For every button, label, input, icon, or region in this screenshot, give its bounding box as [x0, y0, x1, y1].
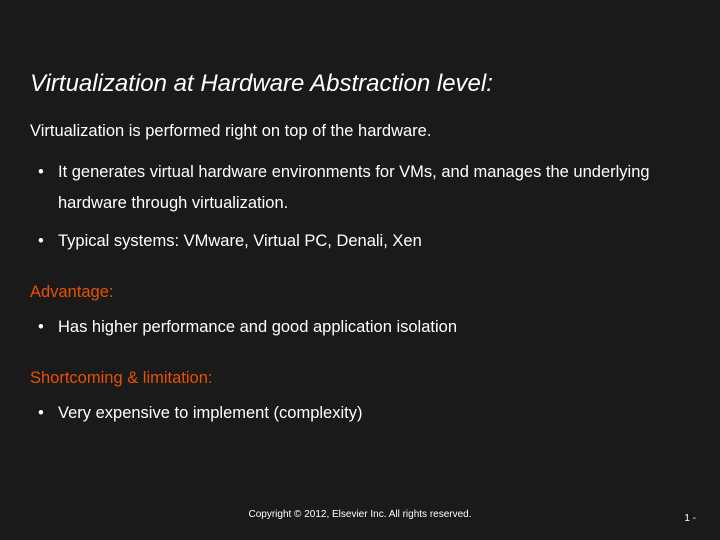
- list-item: Typical systems: VMware, Virtual PC, Den…: [30, 226, 690, 257]
- page-number: 1 -: [684, 513, 696, 524]
- list-item: Has higher performance and good applicat…: [30, 312, 690, 343]
- advantage-label: Advantage:: [30, 283, 690, 302]
- main-bullet-list: It generates virtual hardware environmen…: [30, 157, 690, 257]
- list-item: Very expensive to implement (complexity): [30, 398, 690, 429]
- limitation-label: Shortcoming & limitation:: [30, 369, 690, 388]
- slide-subtitle: Virtualization is performed right on top…: [30, 120, 690, 143]
- limitation-bullet-list: Very expensive to implement (complexity): [30, 398, 690, 429]
- advantage-bullet-list: Has higher performance and good applicat…: [30, 312, 690, 343]
- list-item: It generates virtual hardware environmen…: [30, 157, 690, 220]
- slide: Virtualization at Hardware Abstraction l…: [0, 0, 720, 540]
- footer-copyright: Copyright © 2012, Elsevier Inc. All righ…: [0, 509, 720, 520]
- slide-title: Virtualization at Hardware Abstraction l…: [30, 70, 690, 98]
